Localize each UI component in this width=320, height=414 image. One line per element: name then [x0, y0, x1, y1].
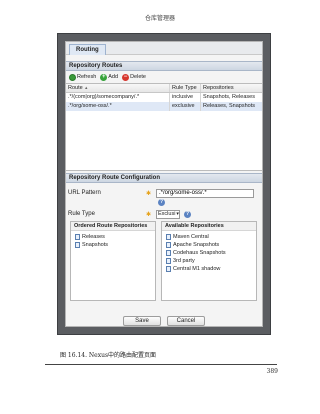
- chevron-down-icon: ▾: [176, 210, 179, 217]
- cell-rule-type: inclusive: [170, 93, 201, 102]
- cell-route: .*/org/some-oss/.*: [66, 102, 170, 111]
- url-pattern-label: URL Pattern: [68, 190, 101, 196]
- cell-route: .*/(com|org)/somecompany/.*: [66, 93, 170, 102]
- refresh-label: Refresh: [77, 74, 97, 80]
- cell-repositories: Snapshots, Releases: [203, 94, 255, 100]
- ordered-repositories-list: Releases Snapshots: [71, 231, 155, 249]
- column-header-rule-type[interactable]: Rule Type: [170, 84, 201, 92]
- ordered-repositories-box: Ordered Route Repositories Releases Snap…: [70, 221, 156, 301]
- table-row-selected[interactable]: .*/org/some-oss/.* exclusive Releases, S…: [66, 102, 262, 111]
- list-item[interactable]: Maven Central: [166, 233, 256, 241]
- url-pattern-input[interactable]: [156, 188, 254, 198]
- routes-toolbar: Refresh + Add − Delete: [66, 72, 262, 82]
- cell-rule-type: exclusive: [170, 102, 201, 111]
- routes-table: Route ▲ Rule Type Repositories .*/(com|o…: [66, 83, 262, 171]
- add-button[interactable]: + Add: [100, 73, 119, 81]
- list-item[interactable]: Central M1 shadow: [166, 265, 256, 273]
- cancel-button[interactable]: Cancel: [167, 316, 205, 326]
- add-icon: +: [100, 73, 108, 81]
- rule-type-value: Exclusi: [158, 210, 176, 217]
- required-marker-icon: ✱: [146, 211, 152, 218]
- available-repositories-box: Available Repositories Maven Central Apa…: [161, 221, 257, 301]
- save-button[interactable]: Save: [123, 316, 161, 326]
- tab-routing[interactable]: Routing: [69, 44, 106, 55]
- required-marker-icon: ✱: [146, 190, 152, 197]
- rule-type-select[interactable]: Exclusi ▾: [156, 209, 180, 219]
- available-repositories-list: Maven Central Apache Snapshots Codehaus …: [162, 231, 256, 273]
- tab-strip: Routing: [66, 42, 262, 55]
- page-number: 389: [266, 368, 278, 375]
- footer-rule: [45, 364, 277, 365]
- table-row[interactable]: .*/(com|org)/somecompany/.* inclusive Sn…: [66, 93, 262, 102]
- table-header: Route ▲ Rule Type Repositories: [66, 84, 262, 93]
- running-head: 仓库管理器: [144, 15, 175, 22]
- delete-icon: −: [122, 73, 130, 81]
- repository-icon: [166, 266, 171, 272]
- refresh-icon: [69, 73, 76, 81]
- repository-icon: [75, 234, 80, 240]
- routes-section-title: Repository Routes: [66, 61, 262, 71]
- repository-icon: [75, 242, 80, 248]
- cell-repositories: Releases, Snapshots: [203, 103, 255, 109]
- form-buttons: Save Cancel: [66, 316, 262, 326]
- delete-label: Delete: [130, 74, 146, 80]
- figure-caption: 图 16.14. Nexus中的路由配置页面: [60, 352, 157, 359]
- list-item[interactable]: Snapshots: [75, 241, 155, 249]
- help-icon[interactable]: ?: [158, 199, 165, 206]
- rule-type-row: Rule Type ✱ Exclusi ▾ ?: [68, 209, 262, 219]
- url-pattern-row: URL Pattern ✱: [68, 188, 262, 198]
- list-item[interactable]: Apache Snapshots: [166, 241, 256, 249]
- list-item[interactable]: 3rd party: [166, 257, 256, 265]
- screenshot-frame: Routing Repository Routes Refresh + Add …: [57, 33, 271, 335]
- refresh-button[interactable]: Refresh: [69, 73, 97, 81]
- config-section-title: Repository Route Configuration: [66, 173, 262, 183]
- repository-icon: [166, 242, 171, 248]
- help-icon[interactable]: ?: [184, 210, 191, 218]
- repository-icon: [166, 258, 171, 264]
- list-item[interactable]: Codehaus Snapshots: [166, 249, 256, 257]
- routing-panel: Routing Repository Routes Refresh + Add …: [65, 41, 263, 327]
- available-repositories-title: Available Repositories: [162, 222, 256, 231]
- ordered-repositories-title: Ordered Route Repositories: [71, 222, 155, 231]
- column-header-repositories[interactable]: Repositories: [201, 84, 262, 92]
- column-header-route[interactable]: Route ▲: [66, 84, 170, 92]
- sort-ascending-icon: ▲: [84, 85, 89, 90]
- add-label: Add: [108, 74, 119, 80]
- delete-button[interactable]: − Delete: [122, 73, 146, 81]
- rule-type-label: Rule Type: [68, 211, 95, 217]
- repository-icon: [166, 234, 171, 240]
- repository-icon: [166, 250, 171, 256]
- list-item[interactable]: Releases: [75, 233, 155, 241]
